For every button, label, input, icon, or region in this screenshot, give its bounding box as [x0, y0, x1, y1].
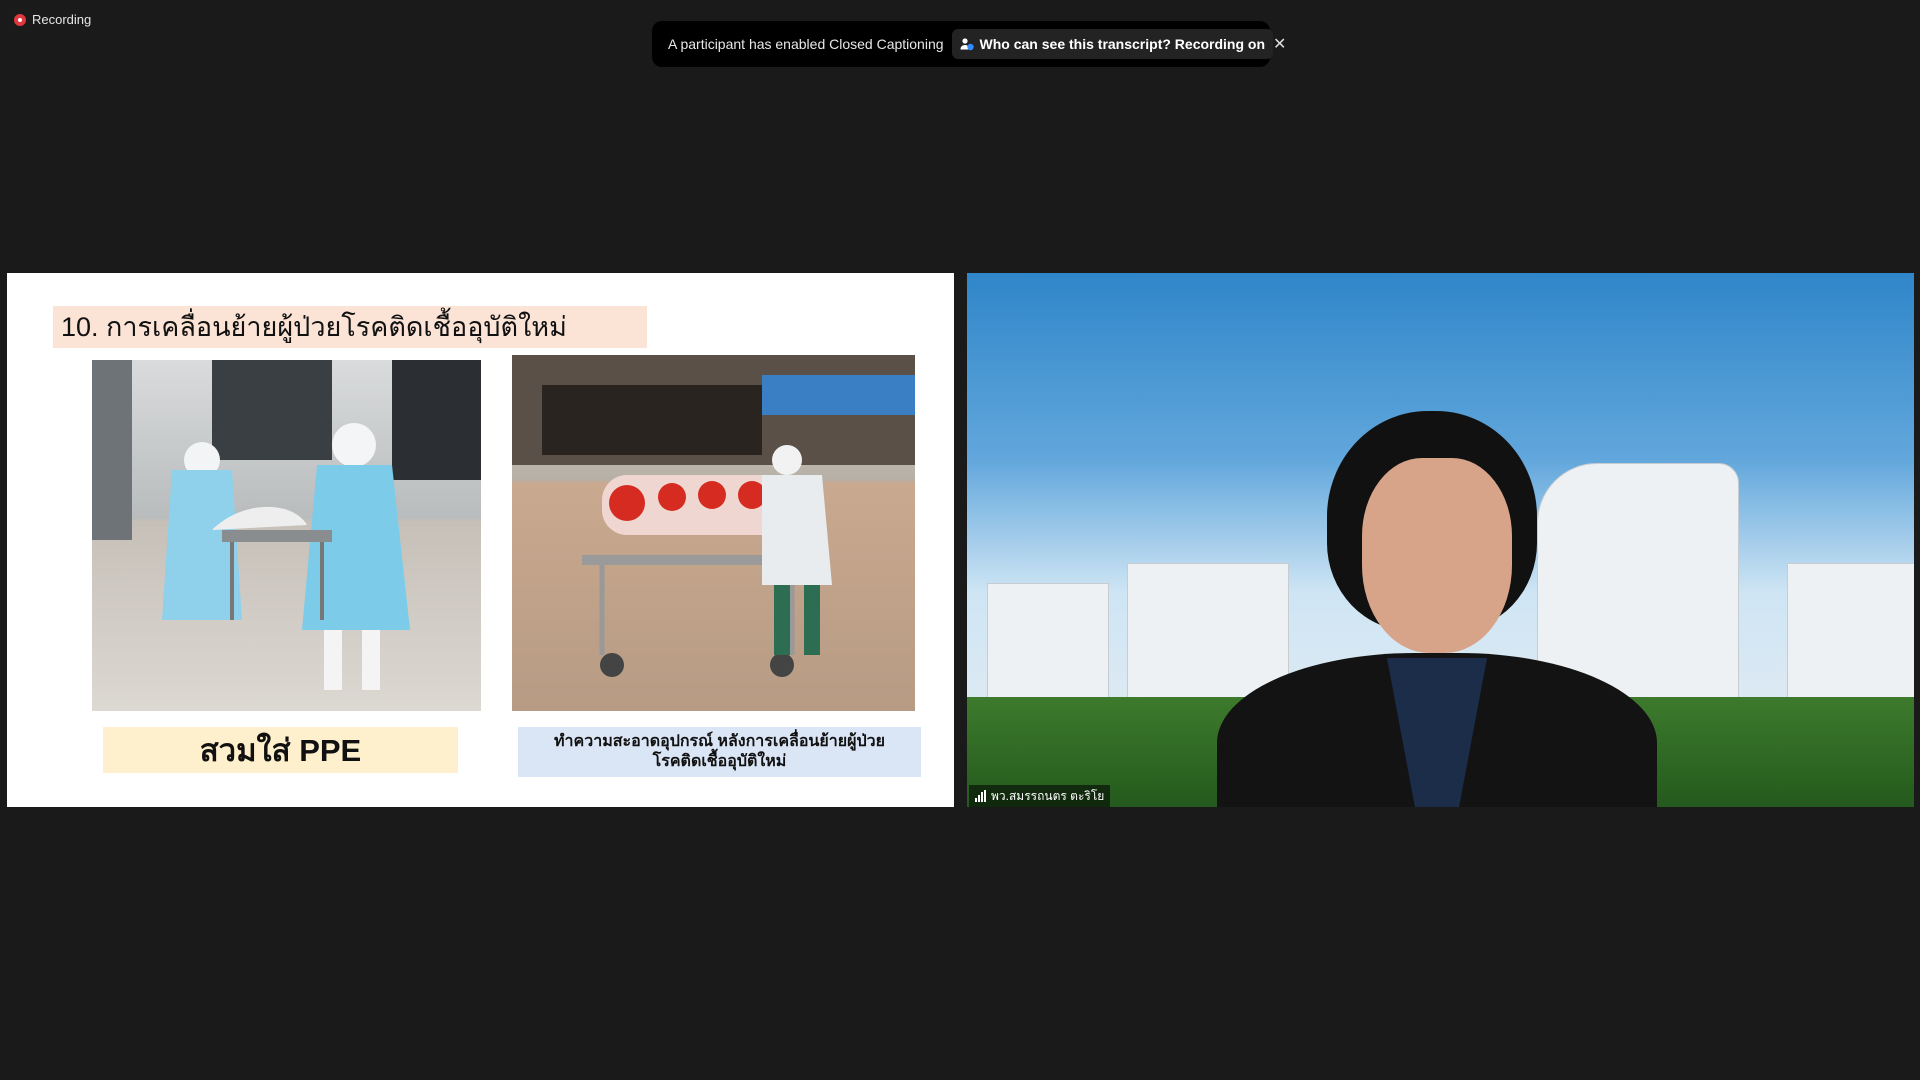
connection-signal-icon — [975, 790, 986, 802]
closed-caption-notification: A participant has enabled Closed Caption… — [652, 21, 1286, 67]
stretcher-cleaning-photo — [512, 355, 915, 711]
transcript-info-label: Who can see this transcript? Recording o… — [979, 36, 1266, 52]
close-icon[interactable]: ✕ — [1273, 31, 1286, 57]
cleaning-caption-line-2: โรคติดเชื้ออุบัติใหม่ — [652, 753, 787, 770]
ppe-caption: สวมใส่ PPE — [103, 727, 458, 773]
person-face — [1362, 458, 1512, 653]
record-icon — [14, 13, 26, 26]
participant-name: พว.สมรรถนตร ตะริโย — [991, 788, 1105, 803]
recording-label: Recording — [32, 12, 92, 27]
cleaning-caption-line-1: ทำความสะอาดอุปกรณ์ หลังการเคลื่อนย้ายผู้… — [553, 733, 885, 750]
notification-message: A participant has enabled Closed Caption… — [668, 36, 944, 52]
shared-screen-slide: 10. การเคลื่อนย้ายผู้ป่วยโรคติดเชื้ออุบั… — [7, 273, 954, 807]
people-info-icon — [960, 38, 974, 51]
ppe-staff-photo — [92, 360, 481, 711]
cleaning-caption: ทำความสะอาดอุปกรณ์ หลังการเคลื่อนย้ายผู้… — [518, 727, 921, 777]
transcript-info-button[interactable]: Who can see this transcript? Recording o… — [951, 29, 1274, 59]
recording-indicator[interactable]: Recording — [14, 12, 91, 27]
participant-video[interactable]: พว.สมรรถนตร ตะริโย — [967, 273, 1914, 807]
slide-title: 10. การเคลื่อนย้ายผู้ป่วยโรคติดเชื้ออุบั… — [53, 306, 647, 348]
participant-name-tag: พว.สมรรถนตร ตะริโย — [969, 785, 1111, 807]
